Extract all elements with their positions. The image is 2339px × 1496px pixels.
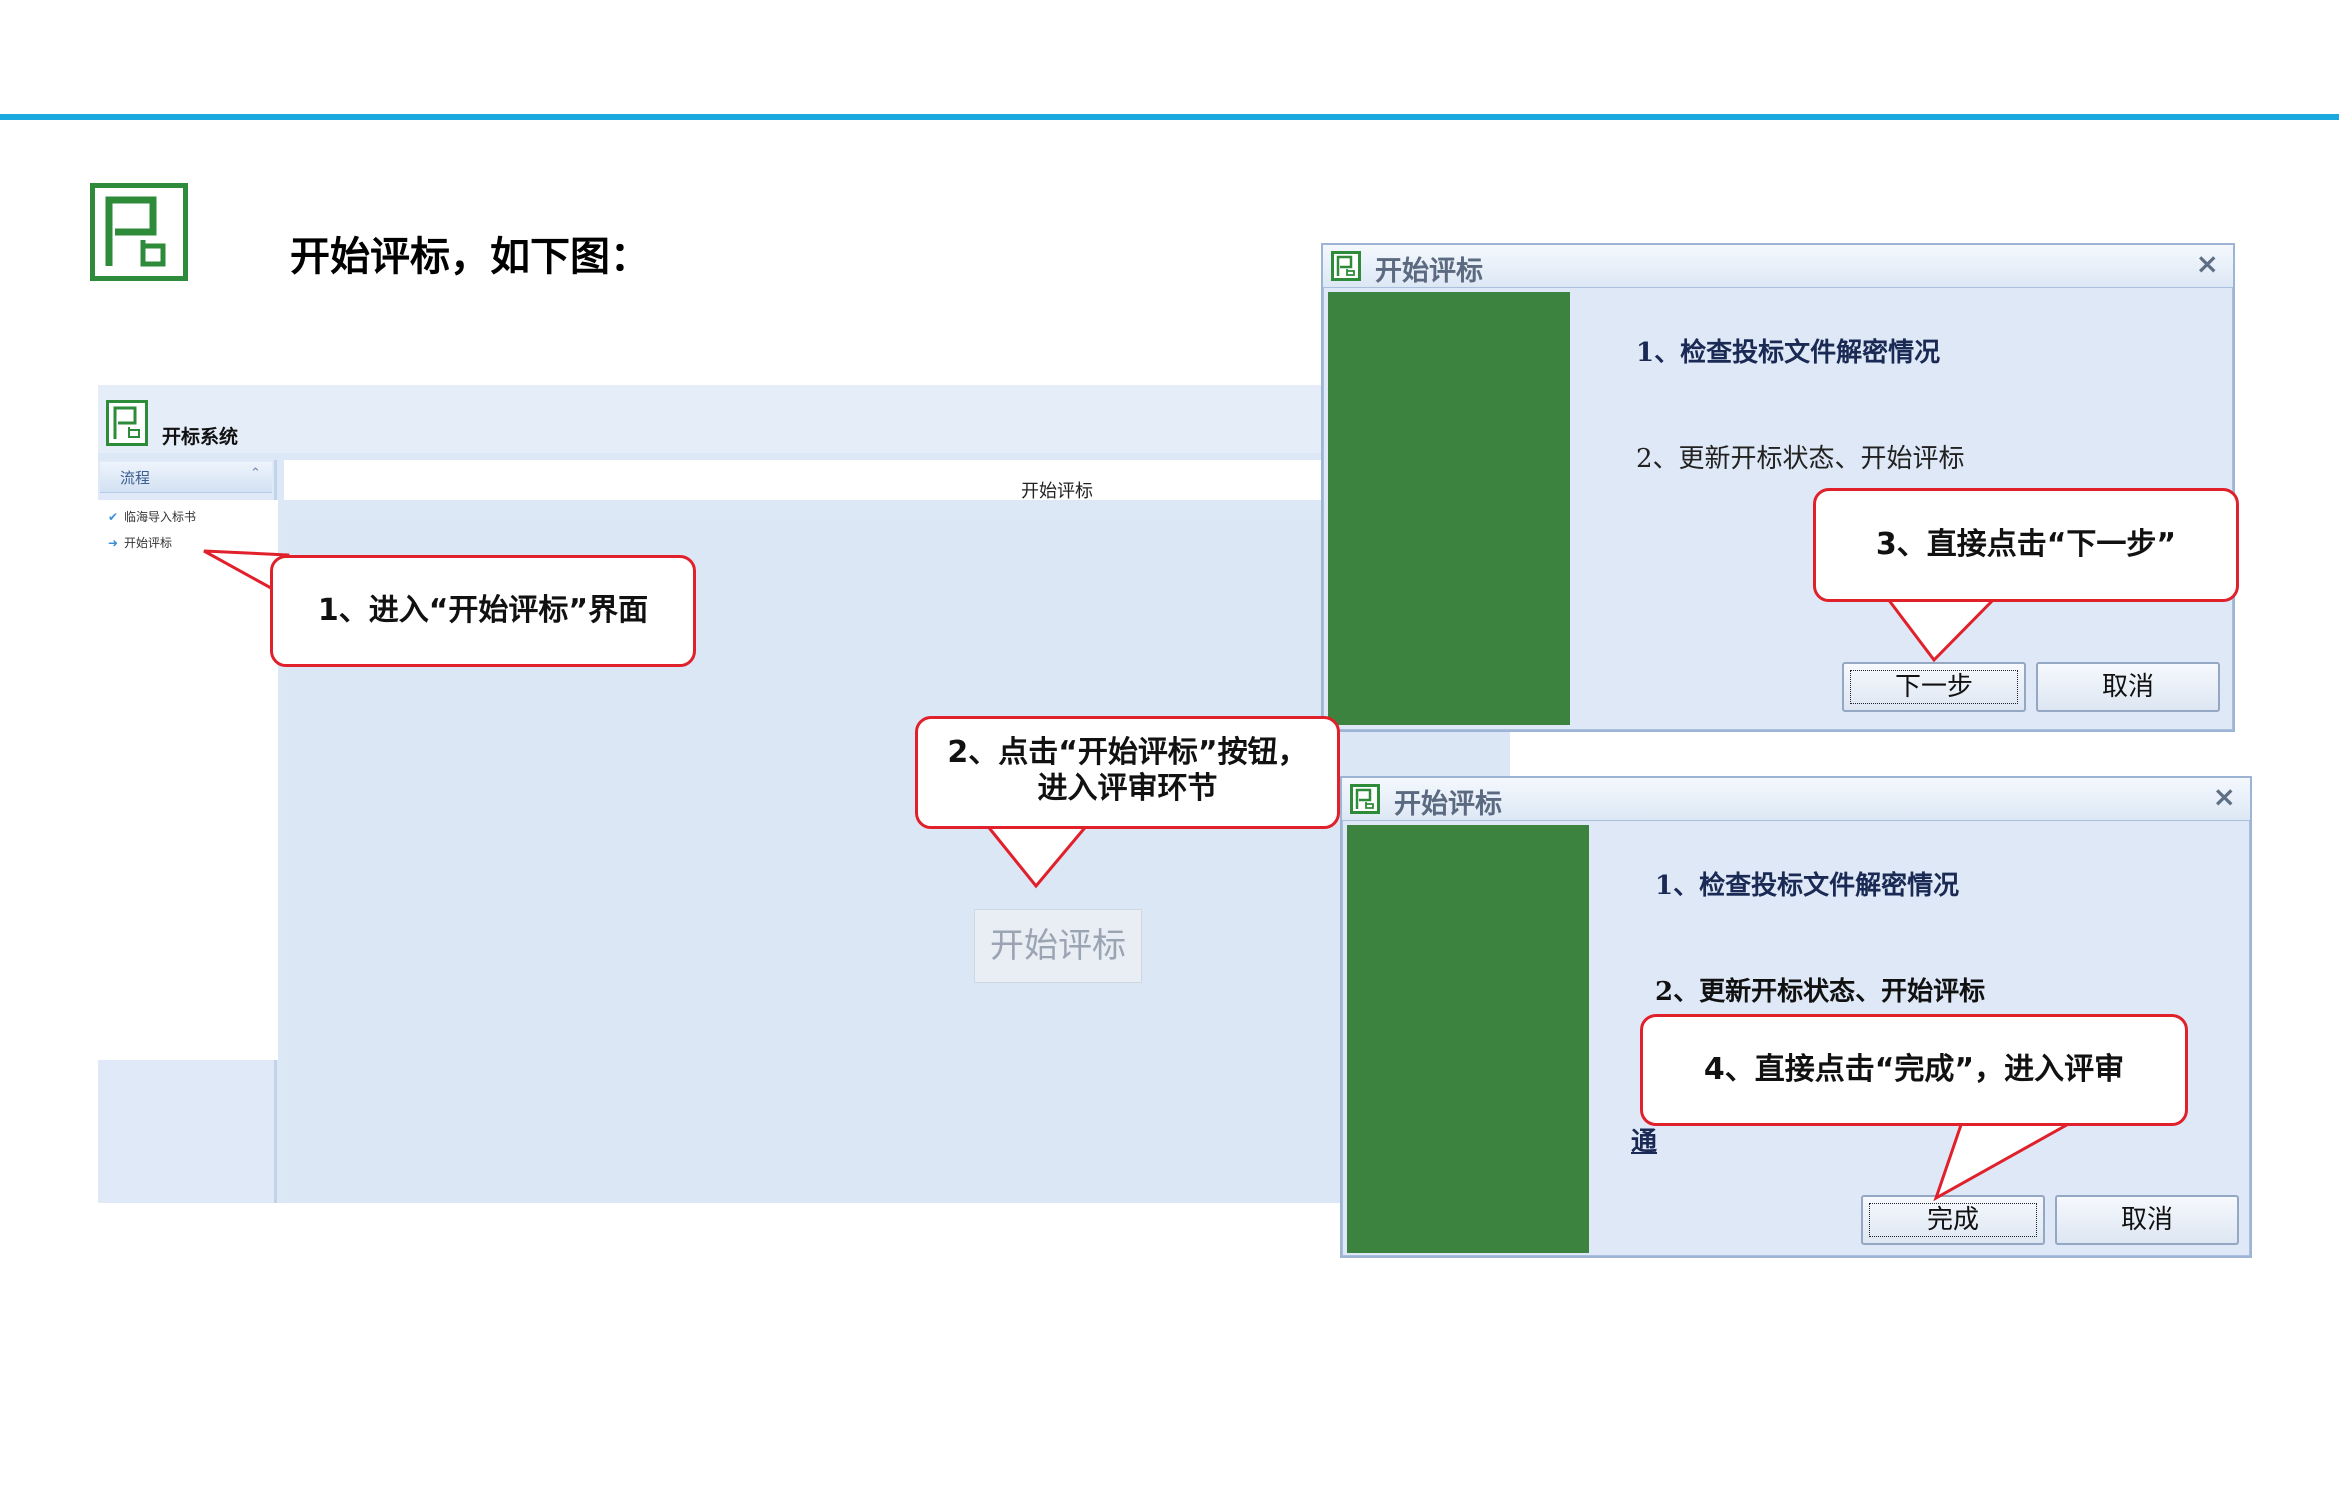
callout-step-2-line-2: 进入评审环节	[1037, 771, 1218, 806]
callout-step-2-line-1: 2、点击“开始评标”按钮，	[947, 735, 1308, 770]
callout-step-4: 4、直接点击“完成”，进入评审	[1640, 1014, 2188, 1126]
callout-step-3: 3、直接点击“下一步”	[1813, 488, 2239, 602]
callout-3-tail	[1884, 597, 1998, 663]
callout-2-tail	[982, 822, 1092, 889]
callout-step-1: 1、进入“开始评标”界面	[270, 555, 696, 667]
callout-4-tail	[1933, 1120, 2078, 1202]
callout-step-2: 2、点击“开始评标”按钮， 进入评审环节	[915, 716, 1340, 829]
